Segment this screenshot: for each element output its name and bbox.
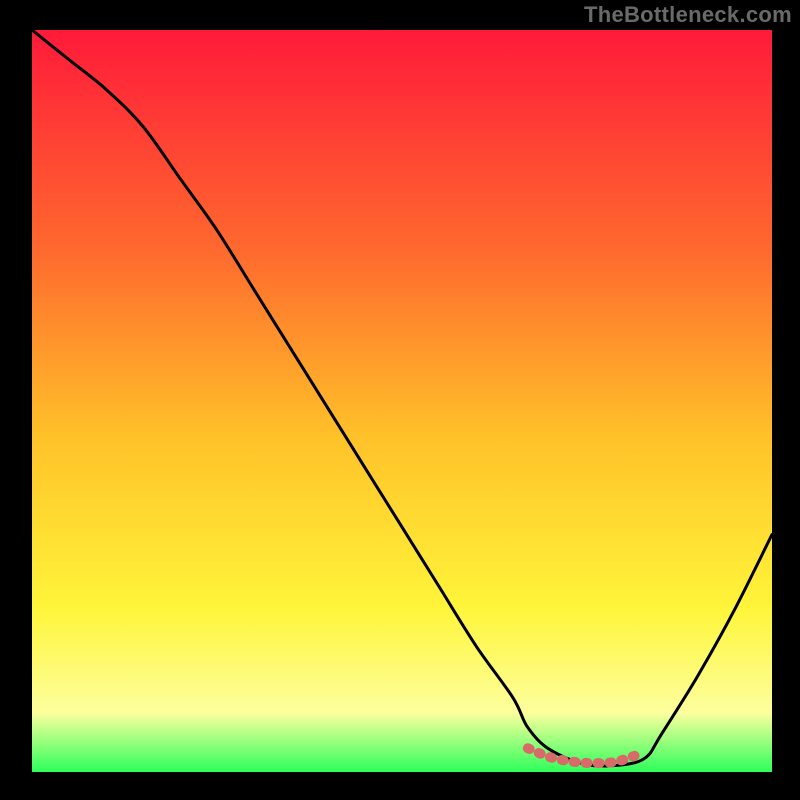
chart-container: TheBottleneck.com	[0, 0, 800, 800]
bottleneck-chart	[0, 0, 800, 800]
watermark-text: TheBottleneck.com	[584, 2, 792, 28]
plot-area	[32, 30, 772, 772]
